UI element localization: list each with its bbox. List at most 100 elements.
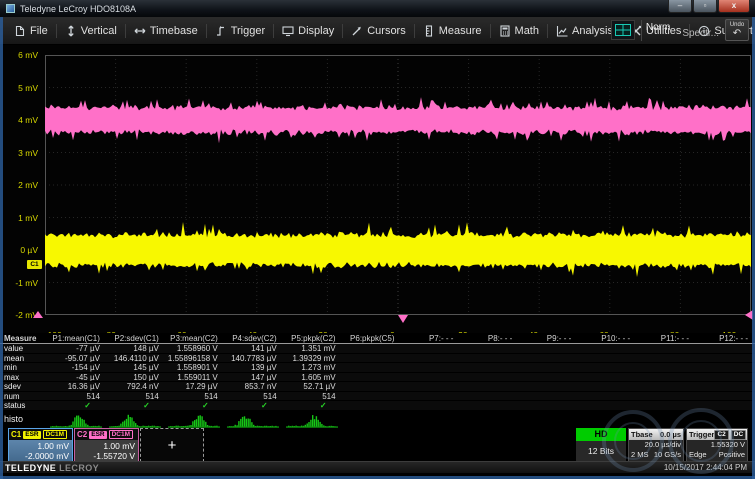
measure-cell bbox=[402, 392, 461, 401]
measure-histogram bbox=[284, 410, 343, 428]
measure-cell bbox=[519, 401, 578, 410]
c2-offset: -1.55720 V bbox=[75, 451, 135, 461]
grid-layout-button[interactable] bbox=[611, 20, 635, 40]
measure-cell bbox=[696, 401, 755, 410]
measure-cell: 792.4 nV bbox=[107, 382, 166, 391]
measure-cell: ✓ bbox=[48, 401, 107, 410]
undo-button[interactable]: Undo ↶ bbox=[725, 19, 749, 41]
timebase-descriptor[interactable]: Tbase 0.0 µs 20.0 µs/div 2 MS 10 GS/s bbox=[628, 428, 684, 462]
measure-cell: 148 µV bbox=[107, 344, 166, 353]
measure-histogram bbox=[696, 410, 755, 428]
measure-column-header[interactable]: P6:pkpk(C5) bbox=[343, 333, 402, 343]
c2-label: C2 bbox=[77, 430, 87, 439]
measure-cell: 514 bbox=[107, 392, 166, 401]
y-axis-label: 4 mV bbox=[18, 115, 38, 125]
measure-cell bbox=[637, 363, 696, 372]
measure-row-min: min-154 µV145 µV1.558901 V139 µV1.273 mV bbox=[0, 363, 755, 373]
channel-descriptor-c2[interactable]: C2 ESR DC1M 1.00 mV -1.55720 V bbox=[74, 428, 139, 462]
measure-cell bbox=[637, 373, 696, 382]
y-axis-label: 2 mV bbox=[18, 180, 38, 190]
menu-item-timebase[interactable]: Timebase bbox=[126, 17, 206, 44]
measure-cell bbox=[402, 363, 461, 372]
c1-label: C1 bbox=[11, 430, 21, 439]
measure-column-header[interactable]: P7:- - - bbox=[402, 333, 461, 343]
measure-histogram bbox=[48, 410, 107, 428]
measure-cell bbox=[402, 382, 461, 391]
trigger-mode: Edge bbox=[689, 450, 707, 460]
measure-histogram bbox=[637, 410, 696, 428]
measure-corner-label: Measure bbox=[0, 333, 48, 343]
y-axis-label: 3 mV bbox=[18, 148, 38, 158]
measure-column-header[interactable]: P3:mean(C2) bbox=[166, 333, 225, 343]
app-icon bbox=[6, 4, 15, 13]
trigger-label: Trigger bbox=[689, 430, 714, 439]
spectrum-button[interactable]: Spectr... bbox=[682, 22, 719, 39]
measure-cell bbox=[460, 363, 519, 372]
measure-cell bbox=[402, 344, 461, 353]
c1-ground-marker[interactable]: C1 bbox=[27, 260, 42, 269]
measure-histogram bbox=[166, 410, 225, 428]
norm-indicator[interactable]: Norm bbox=[641, 20, 676, 41]
menu-item-file[interactable]: File bbox=[6, 17, 56, 44]
c2-ground-marker[interactable] bbox=[33, 311, 43, 318]
menu-item-math[interactable]: Math bbox=[491, 17, 547, 44]
maximize-button[interactable]: ▫ bbox=[693, 0, 717, 13]
minimize-button[interactable]: – bbox=[668, 0, 692, 13]
measure-cell bbox=[637, 382, 696, 391]
hd-mode-box[interactable]: HD 12 Bits bbox=[576, 428, 626, 462]
file-icon bbox=[14, 25, 26, 37]
measure-cell bbox=[519, 363, 578, 372]
measure-cell: 1.558901 V bbox=[166, 363, 225, 372]
measure-column-header[interactable]: P10:- - - bbox=[578, 333, 637, 343]
measure-column-header[interactable]: P9:- - - bbox=[519, 333, 578, 343]
measure-row-num: num514514514514514 bbox=[0, 392, 755, 402]
measure-cell: 141 µV bbox=[225, 344, 284, 353]
measure-cell: 146.4110 µV bbox=[107, 354, 166, 363]
measure-cell: ✓ bbox=[107, 401, 166, 410]
measure-column-header[interactable]: P11:- - - bbox=[637, 333, 696, 343]
measure-table: MeasureP1:mean(C1)P2:sdev(C1)P3:mean(C2)… bbox=[0, 333, 755, 411]
c1-esr-badge: ESR bbox=[23, 431, 40, 439]
menu-item-trigger[interactable]: Trigger bbox=[207, 17, 273, 44]
c2-volts-per-div: 1.00 mV bbox=[75, 441, 135, 451]
measure-cell bbox=[402, 354, 461, 363]
measure-cell: -95.07 µV bbox=[48, 354, 107, 363]
timebase-delay: 0.0 µs bbox=[660, 430, 681, 439]
measure-header-row: MeasureP1:mean(C1)P2:sdev(C1)P3:mean(C2)… bbox=[0, 333, 755, 344]
measure-cell bbox=[460, 392, 519, 401]
measure-cell: -45 µV bbox=[48, 373, 107, 382]
measure-cell bbox=[696, 392, 755, 401]
trigger-slope: Positive bbox=[719, 450, 745, 460]
measure-cell bbox=[696, 354, 755, 363]
measure-cell: 1.351 mV bbox=[284, 344, 343, 353]
channel-descriptor-c1[interactable]: C1 ESR DC1M 1.00 mV -2.0000 mV bbox=[8, 428, 73, 462]
timebase-label: Tbase bbox=[631, 430, 653, 439]
measure-row-max: max-45 µV150 µV1.559011 V147 µV1.605 mV bbox=[0, 373, 755, 383]
measure-column-header[interactable]: P1:mean(C1) bbox=[48, 333, 107, 343]
y-axis-label: 6 mV bbox=[18, 50, 38, 60]
measure-column-header[interactable]: P2:sdev(C1) bbox=[107, 333, 166, 343]
measure-histogram bbox=[107, 410, 166, 428]
graticule: 6 mV5 mV4 mV3 mV2 mV1 mV0 µV-1 mV-2 mV -… bbox=[45, 55, 751, 315]
measure-cell bbox=[578, 373, 637, 382]
measure-histogram bbox=[402, 410, 461, 428]
measure-column-header[interactable]: P5:pkpk(C2) bbox=[284, 333, 343, 343]
measure-cell: 1.55896158 V bbox=[166, 354, 225, 363]
scope-display-area: 6 mV5 mV4 mV3 mV2 mV1 mV0 µV-1 mV-2 mV -… bbox=[0, 45, 755, 333]
measure-column-header[interactable]: P12:- - - bbox=[696, 333, 755, 343]
add-channel-button[interactable]: + bbox=[140, 428, 204, 462]
trigger-time-marker[interactable] bbox=[398, 315, 408, 323]
measure-cell: ✓ bbox=[225, 401, 284, 410]
measure-cell: -154 µV bbox=[48, 363, 107, 372]
measure-column-header[interactable]: P4:sdev(C2) bbox=[225, 333, 284, 343]
menu-item-vertical[interactable]: Vertical bbox=[57, 17, 125, 44]
menu-item-display[interactable]: Display bbox=[274, 17, 342, 44]
undo-arrow-icon: ↶ bbox=[726, 29, 748, 39]
measure-column-header[interactable]: P8:- - - bbox=[460, 333, 519, 343]
measure-cell: 514 bbox=[225, 392, 284, 401]
menu-item-measure[interactable]: Measure bbox=[415, 17, 490, 44]
trigger-descriptor[interactable]: Trigger C2 DC 1.55320 V Edge Positive bbox=[686, 428, 748, 462]
close-button[interactable]: x bbox=[718, 0, 750, 13]
menu-item-cursors[interactable]: Cursors bbox=[343, 17, 414, 44]
measure-cell: 514 bbox=[166, 392, 225, 401]
